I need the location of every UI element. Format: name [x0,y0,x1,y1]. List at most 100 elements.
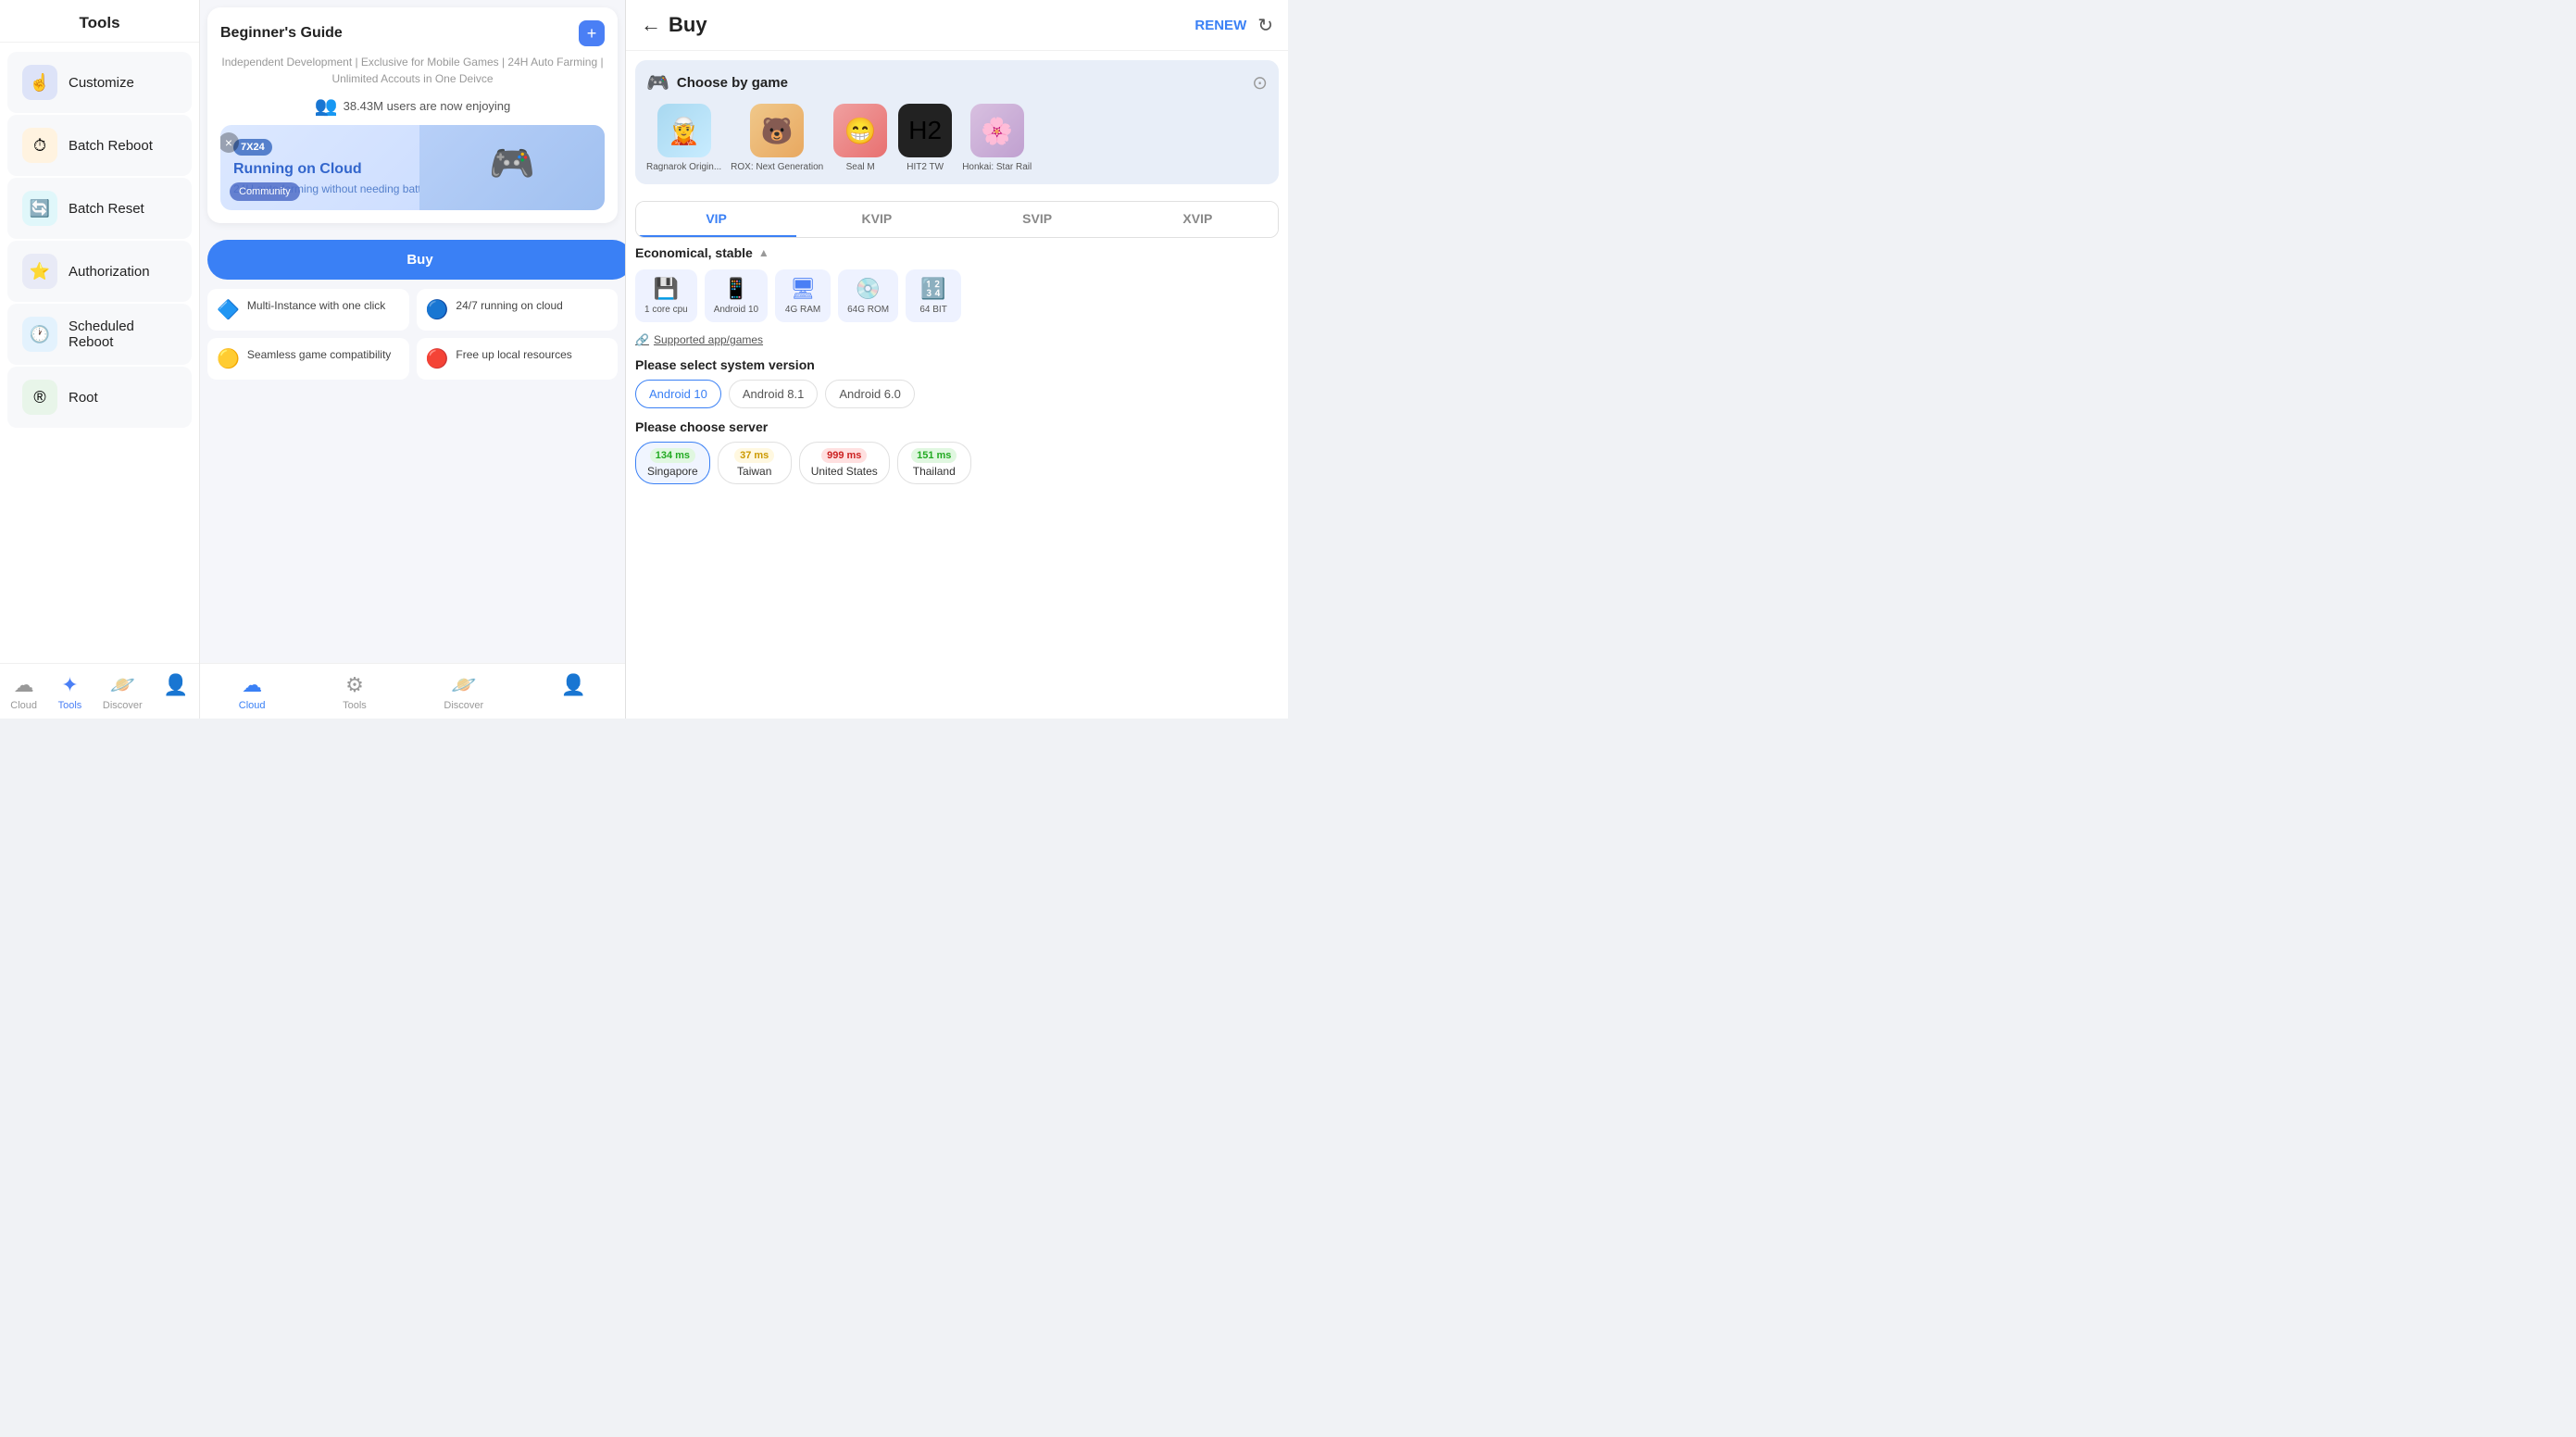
root-label: Root [69,390,98,406]
feature-icon: 🔴 [426,347,449,370]
cpu-label: 1 core cpu [644,305,688,315]
game-seal[interactable]: 😁 Seal M [832,104,888,173]
mid-nav-cloud[interactable]: ☁ Cloud [239,673,266,711]
server-us[interactable]: 999 ms United States [799,442,890,484]
guide-title: Beginner's Guide [220,25,343,42]
vip-tab-vip[interactable]: VIP [636,202,796,237]
middle-bottom-nav: ☁ Cloud ⚙ Tools 🪐 Discover 👤 [200,663,625,718]
refresh-button[interactable]: ↻ [1257,14,1273,37]
thailand-ping: 151 ms [911,448,957,463]
spec-bit[interactable]: 🔢 64 BIT [906,269,961,322]
seal-label: Seal M [846,161,875,173]
games-row: 🧝 Ragnarok Origin... 🐻 ROX: Next Generat… [646,104,1268,173]
page-title: Buy [669,13,1194,37]
guide-plus-button[interactable]: + [579,20,605,46]
community-tag[interactable]: Community [230,182,300,201]
profile-mid-nav-icon: 👤 [561,673,586,697]
nav-tools[interactable]: ✦ Tools [58,673,82,711]
server-section: Please choose server 134 ms Singapore 37… [626,419,1288,484]
tools-nav-label: Tools [58,700,82,711]
economical-header: Economical, stable ▲ [635,245,1279,260]
game-rox[interactable]: 🐻 ROX: Next Generation [731,104,823,173]
cloud-mid-nav-icon: ☁ [242,673,262,697]
version-android6[interactable]: Android 6.0 [825,380,915,408]
server-title: Please choose server [635,419,1279,434]
section-header: 🎮 Choose by game ⊙ [646,71,1268,94]
feature-text: 24/7 running on cloud [456,298,562,314]
tool-item-scheduled-reboot[interactable]: 🕐 Scheduled Reboot [7,304,192,365]
feature-text: Multi-Instance with one click [247,298,385,314]
mid-nav-profile[interactable]: 👤 [561,673,586,711]
discover-nav-label: Discover [103,700,143,711]
middle-panel: Beginner's Guide + Independent Developme… [200,0,626,718]
spec-cpu[interactable]: 💾 1 core cpu [635,269,697,322]
bit-icon: 🔢 [920,277,945,301]
specs-row: 💾 1 core cpu 📱 Android 10 🖥 4G RAM 💿 64G… [635,269,1279,322]
vip-tab-kvip[interactable]: KVIP [796,202,957,237]
nav-profile[interactable]: 👤 [163,673,188,711]
android-icon: 📱 [723,277,748,301]
version-row: Android 10 Android 8.1Android 6.0 [635,380,1279,408]
server-taiwan[interactable]: 37 ms Taiwan [718,442,792,484]
game-ragnarok[interactable]: 🧝 Ragnarok Origin... [646,104,721,173]
server-thailand[interactable]: 151 ms Thailand [897,442,971,484]
spec-ram[interactable]: 🖥 4G RAM [775,269,831,322]
spec-rom[interactable]: 💿 64G ROM [838,269,898,322]
root-icon: ® [22,380,57,415]
cpu-icon: 💾 [654,277,679,301]
nav-discover[interactable]: 🪐 Discover [103,673,143,711]
cloud-nav-label: Cloud [10,700,37,711]
mid-nav-tools[interactable]: ⚙ Tools [343,673,367,711]
rox-label: ROX: Next Generation [731,161,823,173]
discover-mid-nav-label: Discover [444,700,483,711]
thailand-name: Thailand [913,465,956,478]
authorization-icon: ⭐ [22,254,57,289]
singapore-name: Singapore [647,465,698,478]
system-version-section: Please select system version Android 10A… [626,357,1288,419]
ragnarok-thumb: 🧝 [657,104,711,157]
right-header: ← Buy RENEW ↻ [626,0,1288,51]
spec-android[interactable]: 📱 Android 10 [705,269,768,322]
tool-item-batch-reboot[interactable]: ⏱ Batch Reboot [7,115,192,176]
mid-nav-discover[interactable]: 🪐 Discover [444,673,483,711]
guide-subtitle: Independent Development | Exclusive for … [220,54,605,87]
feature-icon: 🔵 [426,298,449,321]
supported-link[interactable]: 🔗 Supported app/games [635,333,1279,346]
buy-button[interactable]: Buy [207,240,626,280]
tool-item-batch-reset[interactable]: 🔄 Batch Reset [7,178,192,239]
game-honkai[interactable]: 🌸 Honkai: Star Rail [962,104,1032,173]
nav-cloud[interactable]: ☁ Cloud [10,673,37,711]
guide-banner: × 7X24 Running on Cloud 24H auto farming… [220,125,605,210]
singapore-ping: 134 ms [650,448,695,463]
feature-item: 🟡 Seamless game compatibility [207,338,409,380]
feature-text: Seamless game compatibility [247,347,391,363]
vip-tab-svip[interactable]: SVIP [957,202,1118,237]
rom-icon: 💿 [856,277,881,301]
feature-icon: 🔷 [217,298,240,321]
version-android81[interactable]: Android 8.1 [729,380,819,408]
banner-image: 🎮 [419,125,605,210]
vip-tab-xvip[interactable]: XVIP [1118,202,1278,237]
tool-item-authorization[interactable]: ⭐ Authorization [7,241,192,302]
guide-users: 👥 38.43M users are now enjoying [220,94,605,118]
server-singapore[interactable]: 134 ms Singapore [635,442,710,484]
scheduled-reboot-icon: 🕐 [22,317,57,352]
back-button[interactable]: ← [641,13,661,37]
us-ping: 999 ms [821,448,867,463]
users-count: 38.43M users are now enjoying [344,99,511,113]
renew-button[interactable]: RENEW [1194,18,1246,33]
collapse-button[interactable]: ⊙ [1252,71,1268,94]
tools-mid-nav-icon: ⚙ [345,673,364,697]
tool-item-root[interactable]: ® Root [7,367,192,428]
feature-text: Free up local resources [456,347,571,363]
customize-label: Customize [69,75,134,91]
game-hit2[interactable]: H2 HIT2 TW [897,104,953,173]
version-android10[interactable]: Android 10 [635,380,721,408]
choose-game-section: 🎮 Choose by game ⊙ 🧝 Ragnarok Origin... … [635,60,1279,184]
tools-mid-nav-label: Tools [343,700,367,711]
cloud-nav-icon: ☁ [14,673,34,697]
hit2-label: HIT2 TW [907,161,944,173]
honkai-label: Honkai: Star Rail [962,161,1032,173]
tool-item-customize[interactable]: ☝️ Customize [7,52,192,113]
ram-label: 4G RAM [785,305,820,315]
